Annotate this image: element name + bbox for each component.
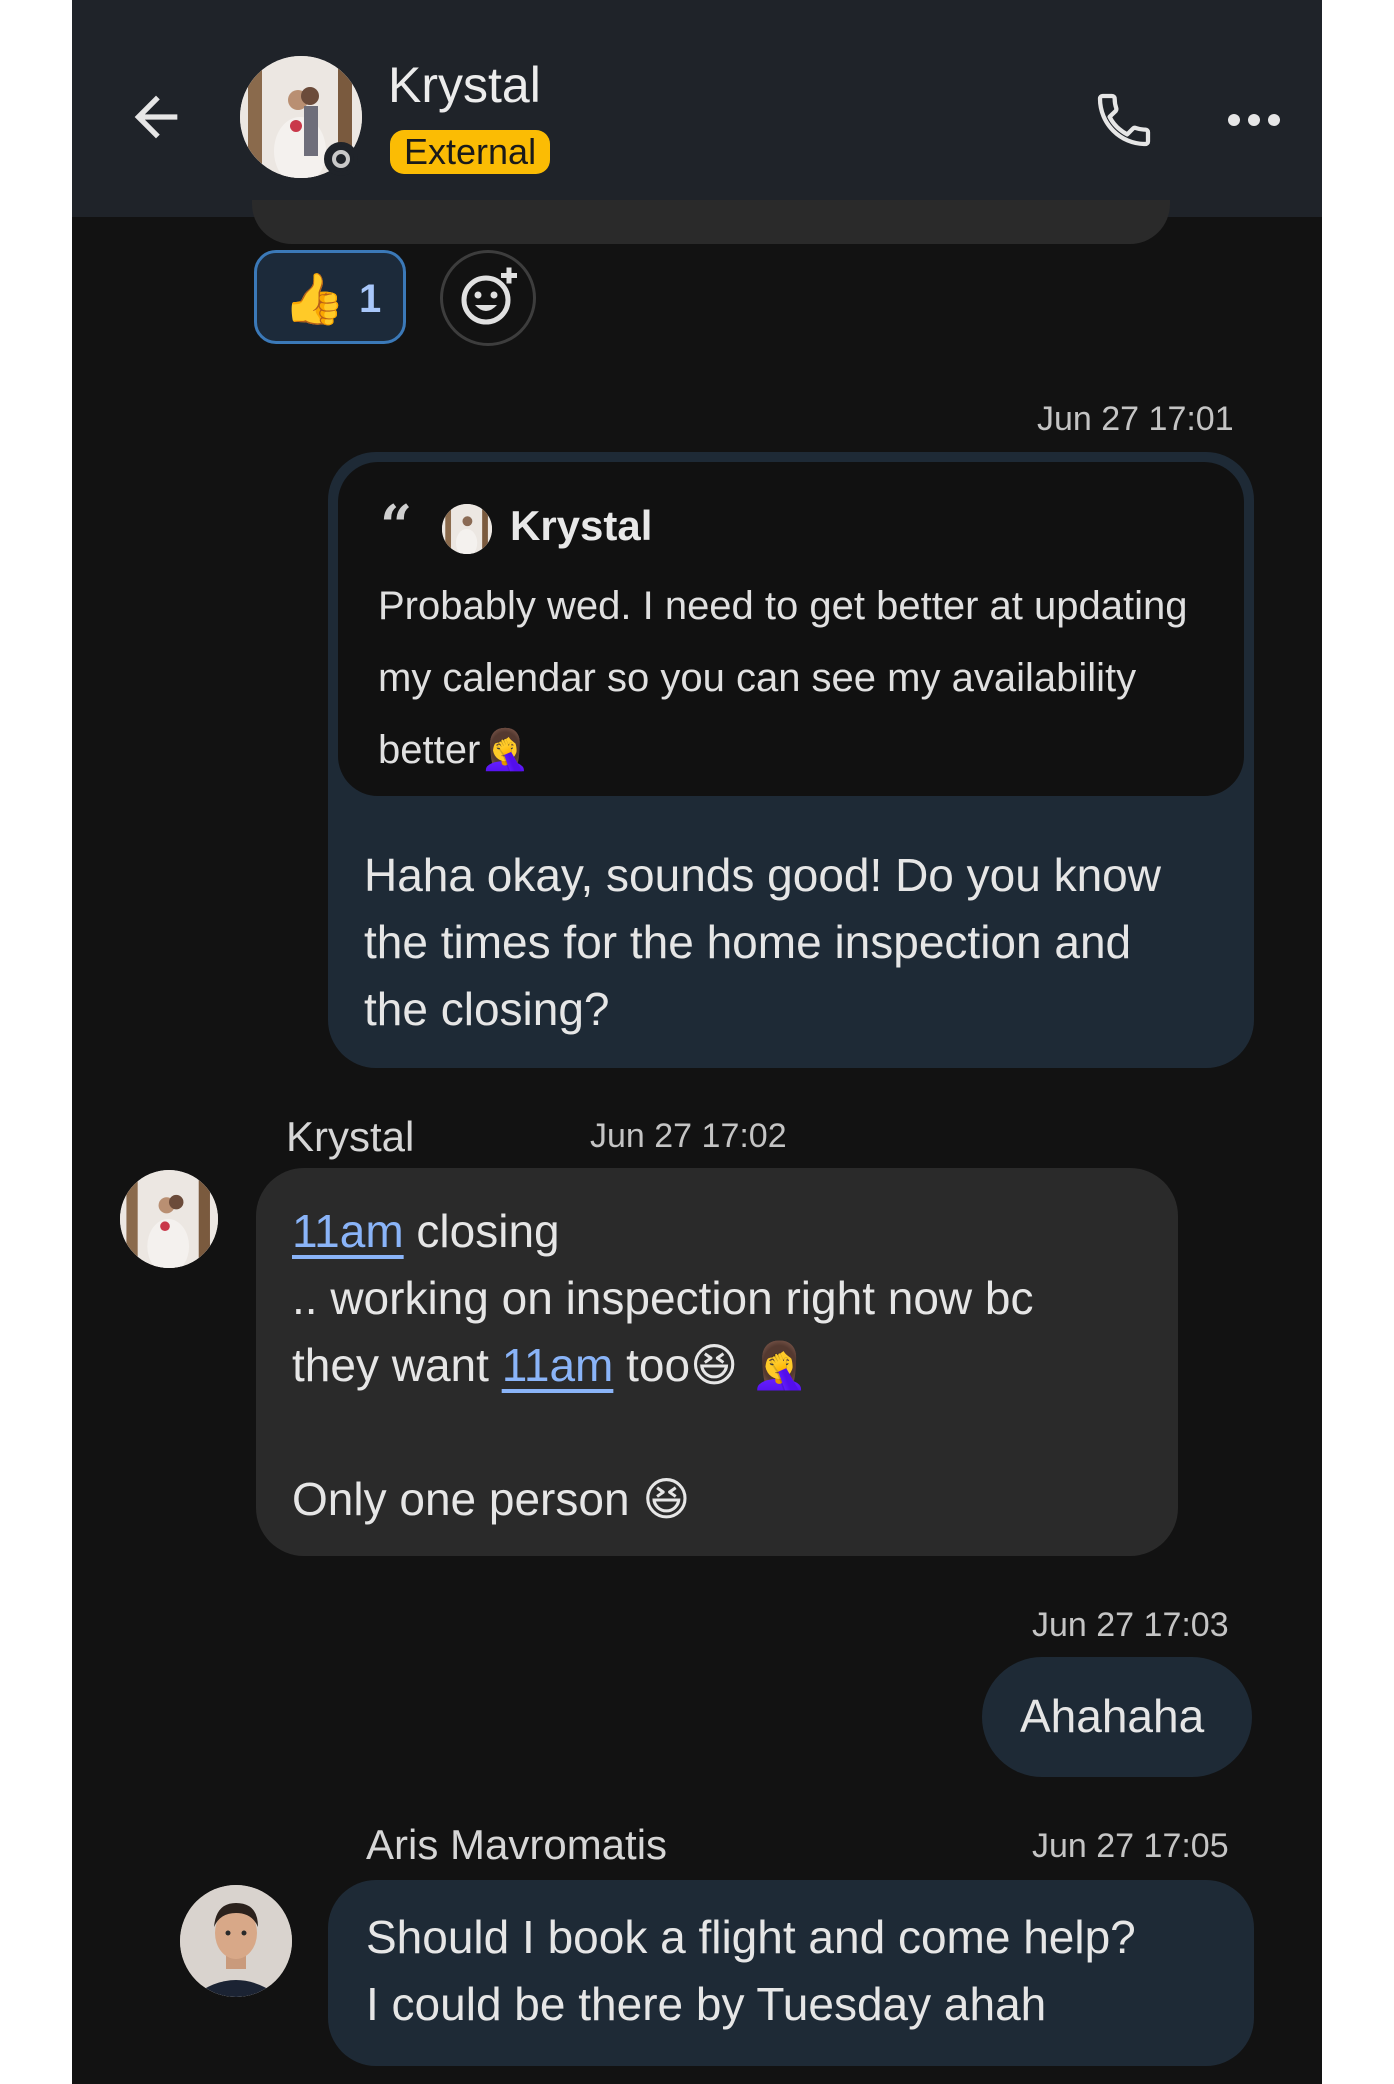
chat-screen: Krystal External 👍 1 Jun 27 17:01 “ Krys… [72, 0, 1322, 2084]
arrow-back-icon [134, 95, 178, 139]
message-line: they want 11am too😆 🤦‍♀️ [292, 1332, 1152, 1399]
quoted-message[interactable]: “ Krystal Probably wed. I need to get be… [338, 462, 1244, 796]
message-line: .. working on inspection right now bc [292, 1272, 1034, 1324]
message-timestamp: Jun 27 17:02 [590, 1117, 787, 1155]
message-line: Only one person 😆 [292, 1473, 691, 1525]
quote-text: Probably wed. I need to get better at up… [378, 584, 1188, 772]
more-options-button[interactable] [1222, 100, 1286, 140]
message-text: too😆 🤦‍♀️ [613, 1339, 809, 1391]
message-line: Should I book a flight and come help? [366, 1911, 1136, 1963]
message-line: 11am closing [292, 1198, 1152, 1265]
outgoing-message-bubble[interactable]: “ Krystal Probably wed. I need to get be… [328, 452, 1254, 1068]
message-line: I could be there by Tuesday ahah [366, 1978, 1047, 2030]
phone-icon [1097, 93, 1151, 147]
incoming-message-bubble[interactable]: 11am closing .. working on inspection ri… [256, 1168, 1178, 1556]
back-button[interactable] [124, 85, 188, 149]
message-text: Ahahaha [1020, 1690, 1205, 1742]
message-timestamp: Jun 27 17:05 [1032, 1827, 1229, 1865]
sender-avatar[interactable] [120, 1170, 218, 1268]
message-body: Should I book a flight and come help? I … [366, 1904, 1236, 2038]
reaction-chip-thumbs-up[interactable]: 👍 1 [254, 250, 406, 344]
message-timestamp: Jun 27 17:03 [1032, 1606, 1229, 1644]
add-reaction-icon [461, 267, 517, 325]
outgoing-message-bubble[interactable]: Should I book a flight and come help? I … [328, 1880, 1254, 2066]
quote-author-name: Krystal [510, 502, 653, 549]
time-link[interactable]: 11am [292, 1205, 404, 1257]
message-timestamp: Jun 27 17:01 [1037, 400, 1234, 438]
message-text: they want [292, 1339, 502, 1391]
call-button[interactable] [1092, 88, 1156, 152]
chat-header: Krystal External [72, 0, 1322, 217]
sender-name: Aris Mavromatis [366, 1821, 668, 1868]
add-reaction-button[interactable] [440, 250, 536, 346]
sender-name: Krystal [286, 1113, 415, 1160]
sender-avatar[interactable] [180, 1885, 292, 1997]
external-badge: External [390, 130, 551, 174]
presence-indicator [324, 142, 358, 176]
time-link[interactable]: 11am [502, 1339, 614, 1391]
quote-icon: “ [380, 493, 413, 559]
thumbs-up-icon: 👍 [283, 271, 346, 327]
more-horizontal-icon [1228, 114, 1280, 126]
contact-name[interactable]: Krystal [388, 56, 541, 114]
quote-author-avatar [442, 504, 492, 554]
outgoing-message-bubble[interactable]: Ahahaha [982, 1657, 1252, 1777]
message-body: 11am closing .. working on inspection ri… [292, 1198, 1152, 1533]
previous-message-bubble[interactable] [252, 200, 1170, 244]
reaction-count: 1 [359, 277, 382, 321]
message-text: closing [403, 1205, 560, 1257]
message-text: Haha okay, sounds good! Do you know the … [364, 849, 1161, 1035]
